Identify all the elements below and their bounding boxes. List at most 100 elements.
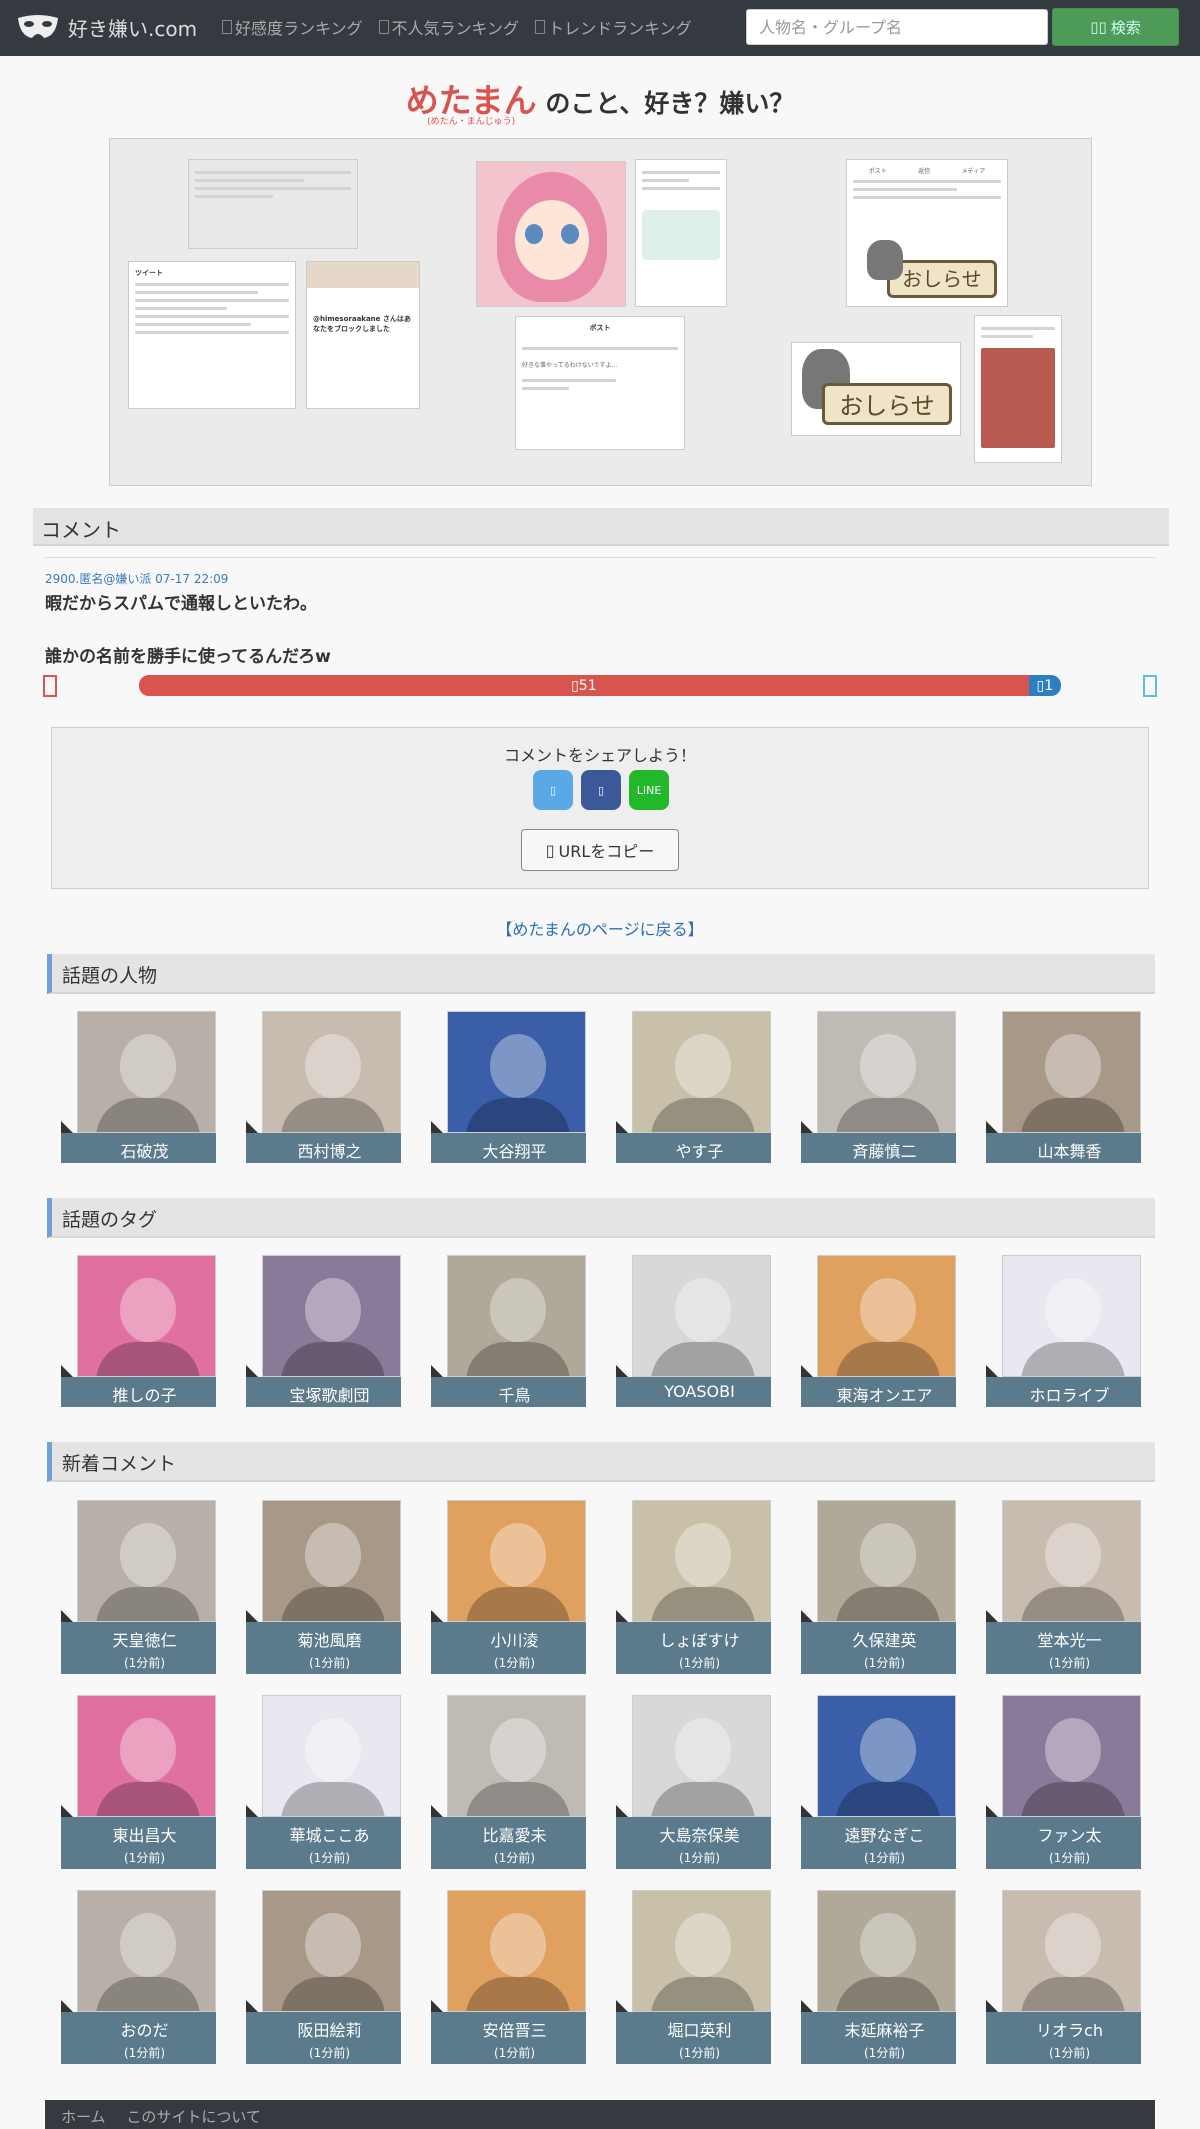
person-card[interactable]: 宝塚歌劇団 [246, 1255, 401, 1407]
person-card[interactable]: 東出昌大 (1分前) [61, 1695, 216, 1869]
person-name: 華城ここあ [289, 1826, 370, 1845]
thumbs-down-icon[interactable] [43, 675, 57, 697]
person-card[interactable]: 菊池風磨 (1分前) [246, 1500, 401, 1674]
twitter-share-button[interactable]: ▯ [533, 770, 573, 810]
person-card[interactable]: YOASOBI [616, 1255, 771, 1407]
person-label: 推しの子 [61, 1377, 216, 1407]
site-logo[interactable]: 好き嫌い.com [16, 10, 197, 44]
person-card[interactable]: 大島奈保美 (1分前) [616, 1695, 771, 1869]
person-photo [262, 1890, 401, 2012]
thumbs-down-icon: ▯ [571, 677, 579, 694]
corner-decoration [431, 1121, 443, 1133]
person-card[interactable]: 堀口英利 (1分前) [616, 1890, 771, 2064]
person-card[interactable]: 華城ここあ (1分前) [246, 1695, 401, 1869]
comment-time: (1分前) [494, 2046, 535, 2060]
gallery-image[interactable]: ポスト 返信 メディア おしらせ [846, 159, 1008, 307]
like-bar[interactable]: ▯ 1 [1028, 675, 1061, 696]
person-card[interactable]: 阪田絵莉 (1分前) [246, 1890, 401, 2064]
footer: ホーム このサイトについて [45, 2100, 1155, 2129]
person-card[interactable]: 安倍晋三 (1分前) [431, 1890, 586, 2064]
corner-decoration [246, 1121, 258, 1133]
person-card[interactable]: 山本舞香 [986, 1011, 1141, 1163]
comment-time: (1分前) [124, 1851, 165, 1865]
corner-decoration [616, 1610, 628, 1622]
gallery-image[interactable] [974, 315, 1062, 463]
person-label: 堂本光一 (1分前) [986, 1622, 1141, 1674]
person-card[interactable]: 推しの子 [61, 1255, 216, 1407]
corner-decoration [986, 1610, 998, 1622]
person-name: しょぼすけ [659, 1631, 740, 1650]
page-title: めたまん (めたん・まんじゅう) のこと、好き？嫌い？ [0, 74, 1200, 127]
person-card[interactable]: やす子 [616, 1011, 771, 1163]
person-card[interactable]: 石破茂 [61, 1011, 216, 1163]
gallery-image[interactable]: ポスト 好きな事やってるわけないですよ... [515, 316, 685, 450]
notice-sign: おしらせ [822, 383, 952, 425]
person-name: 小川淩 [490, 1631, 539, 1650]
nav-link-unpopular[interactable]: 不人気ランキング [378, 15, 519, 39]
person-card[interactable]: しょぼすけ (1分前) [616, 1500, 771, 1674]
gallery-image[interactable] [476, 161, 626, 307]
person-card[interactable]: リオラch (1分前) [986, 1890, 1141, 2064]
facebook-share-button[interactable]: ▯ [581, 770, 621, 810]
person-name: リオラch [1036, 2021, 1103, 2040]
person-photo [632, 1695, 771, 1817]
gallery-image[interactable]: ツイート [128, 261, 296, 409]
share-title: コメントをシェアしよう！ [503, 746, 696, 765]
person-photo [1002, 1695, 1141, 1817]
person-card[interactable]: 比嘉愛未 (1分前) [431, 1695, 586, 1869]
footer-link-about[interactable]: このサイトについて [126, 2108, 261, 2126]
person-card[interactable]: 大谷翔平 [431, 1011, 586, 1163]
person-name: 石破茂 [120, 1142, 169, 1161]
person-name: 末延麻裕子 [844, 2021, 925, 2040]
thumbs-up-icon: ▯ [1036, 677, 1045, 694]
corner-decoration [246, 2000, 258, 2012]
person-name: 推しの子 [112, 1386, 177, 1405]
gallery-image[interactable]: おしらせ [791, 342, 961, 436]
gallery-image[interactable] [188, 159, 358, 249]
person-card[interactable]: 西村博之 [246, 1011, 401, 1163]
person-name: 天皇徳仁 [112, 1631, 177, 1650]
nav-link-trend[interactable]: トレンドランキング [535, 15, 692, 39]
line-label: LINE [636, 783, 662, 797]
back-link[interactable]: 【めたまんのページに戻る】 [0, 916, 1200, 940]
person-label: 遠野なぎこ (1分前) [801, 1817, 956, 1869]
person-card[interactable]: ファン太 (1分前) [986, 1695, 1141, 1869]
person-card[interactable]: 千鳥 [431, 1255, 586, 1407]
search-button[interactable]: ▯▯ 検索 [1052, 8, 1179, 46]
person-card[interactable]: ホロライブ [986, 1255, 1141, 1407]
person-photo [817, 1500, 956, 1622]
person-card[interactable]: おのだ (1分前) [61, 1890, 216, 2064]
person-card[interactable]: 末延麻裕子 (1分前) [801, 1890, 956, 2064]
comment-time: (1分前) [309, 1851, 350, 1865]
nav-link-favorability[interactable]: 好感度ランキング [222, 15, 363, 39]
thumbs-up-icon[interactable] [1143, 675, 1157, 697]
person-name: 堂本光一 [1037, 1631, 1102, 1650]
search-input[interactable] [746, 9, 1048, 45]
footer-link-home[interactable]: ホーム [61, 2108, 106, 2126]
person-label: 久保建英 (1分前) [801, 1622, 956, 1674]
person-card[interactable]: 堂本光一 (1分前) [986, 1500, 1141, 1674]
person-card[interactable]: 久保建英 (1分前) [801, 1500, 956, 1674]
person-name: めたまん (めたん・まんじゅう) [406, 74, 537, 127]
person-card[interactable]: 天皇徳仁 (1分前) [61, 1500, 216, 1674]
line-share-button[interactable]: LINE [629, 770, 669, 810]
corner-decoration [986, 2000, 998, 2012]
person-photo [632, 1255, 771, 1377]
gallery-image[interactable]: @himesoraakane さんはあなたをブロックしました [306, 261, 420, 409]
person-label: 斉藤慎二 [801, 1133, 956, 1163]
person-photo [447, 1695, 586, 1817]
copy-url-button[interactable]: ▯ URLをコピー [521, 829, 679, 871]
person-card[interactable]: 小川淩 (1分前) [431, 1500, 586, 1674]
person-card[interactable]: 東海オンエア [801, 1255, 956, 1407]
gallery-image[interactable] [635, 159, 727, 307]
person-card[interactable]: 遠野なぎこ (1分前) [801, 1695, 956, 1869]
corner-decoration [616, 1805, 628, 1817]
twitter-icon: ▯ [549, 783, 557, 797]
image-gallery: ポスト 返信 メディア おしらせ ツイート @himesoraakane さんはあな… [109, 138, 1092, 486]
comment-meta[interactable]: 2900.匿名@嫌い派 07-17 22:09 [45, 570, 228, 587]
person-label: 西村博之 [246, 1133, 401, 1163]
comment-time: (1分前) [124, 2046, 165, 2060]
comment-time: (1分前) [124, 1656, 165, 1670]
dislike-bar[interactable]: ▯ 51 [139, 675, 1029, 696]
person-card[interactable]: 斉藤慎二 [801, 1011, 956, 1163]
